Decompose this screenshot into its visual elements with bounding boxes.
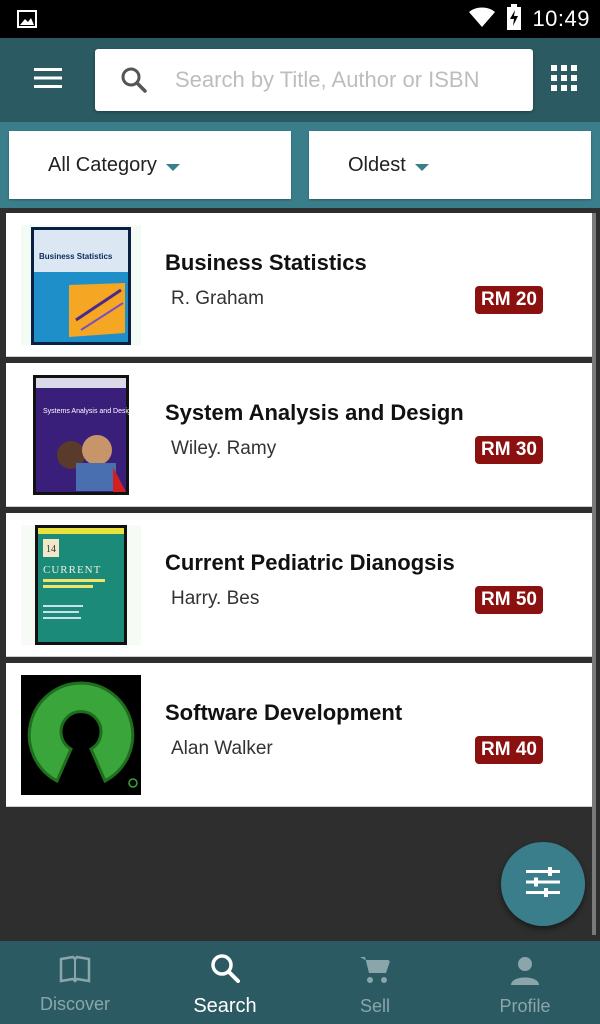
book-cover: 14 CURRENT (21, 525, 141, 645)
price-badge: RM 50 (475, 586, 543, 614)
search-input[interactable] (175, 61, 515, 99)
nav-discover[interactable]: Discover (0, 941, 150, 1024)
battery-charging-icon (506, 3, 522, 35)
search-icon (210, 953, 240, 989)
book-cover: Business Statistics (21, 225, 141, 345)
book-author: R. Graham (171, 288, 264, 309)
person-icon (510, 955, 540, 990)
nav-label: Discover (39, 994, 110, 1014)
book-list: Business Statistics Business Statistics … (6, 213, 592, 813)
filter-bar: All Category Oldest (0, 122, 600, 208)
nav-label: Search (193, 995, 257, 1017)
status-bar: 10:49 (0, 0, 600, 38)
menu-button[interactable] (28, 60, 68, 100)
book-title: Software Development (165, 700, 403, 725)
book-cover: Systems Analysis and Design (21, 375, 141, 495)
book-author: Wiley. Ramy (171, 438, 277, 459)
filter-fab-button[interactable] (501, 842, 585, 926)
caret-down-icon (165, 163, 180, 171)
filter-sliders-icon (526, 866, 560, 902)
category-value: All Category (48, 153, 157, 176)
book-title: System Analysis and Design (165, 400, 464, 425)
book-title: Business Statistics (165, 250, 367, 275)
book-cover (21, 675, 141, 795)
book-icon (59, 955, 91, 988)
status-time: 10:49 (532, 6, 590, 31)
book-card[interactable]: Business Statistics Business Statistics … (6, 213, 592, 357)
nav-label: Profile (499, 996, 551, 1016)
price-badge: RM 20 (475, 286, 543, 314)
book-title: Current Pediatric Dianogsis (165, 550, 455, 575)
book-card[interactable]: 14 CURRENT Current Pediatric Dianogsis H… (6, 513, 592, 657)
grid-icon (551, 64, 577, 96)
cover-title: Business Statistics (39, 252, 113, 261)
nav-profile[interactable]: Profile (450, 941, 600, 1024)
cover-title: CURRENT (43, 564, 101, 576)
scrollbar[interactable] (592, 213, 596, 935)
book-author: Harry. Bes (171, 588, 260, 609)
price-badge: RM 40 (475, 736, 543, 764)
nav-sell[interactable]: Sell (300, 941, 450, 1024)
price-badge: RM 30 (475, 436, 543, 464)
wifi-icon (468, 6, 496, 33)
svg-text:14: 14 (46, 544, 56, 555)
book-card[interactable]: Software Development Alan Walker RM 40 (6, 663, 592, 807)
category-dropdown[interactable]: All Category (9, 131, 291, 199)
sort-dropdown[interactable]: Oldest (309, 131, 591, 199)
book-card[interactable]: Systems Analysis and Design System Analy… (6, 363, 592, 507)
cart-icon (359, 955, 391, 990)
image-icon (17, 10, 37, 33)
search-box[interactable] (95, 49, 533, 111)
nav-search[interactable]: Search (150, 941, 300, 1024)
sort-value: Oldest (348, 153, 406, 176)
grid-view-button[interactable] (548, 64, 580, 96)
search-icon (120, 66, 148, 99)
bottom-nav: Discover Search Sell Profile (0, 941, 600, 1024)
menu-icon (33, 67, 63, 94)
caret-down-icon (414, 163, 429, 171)
app-bar (0, 38, 600, 122)
book-author: Alan Walker (171, 738, 273, 759)
cover-title: Systems Analysis and Design (43, 408, 135, 415)
nav-label: Sell (359, 996, 390, 1016)
